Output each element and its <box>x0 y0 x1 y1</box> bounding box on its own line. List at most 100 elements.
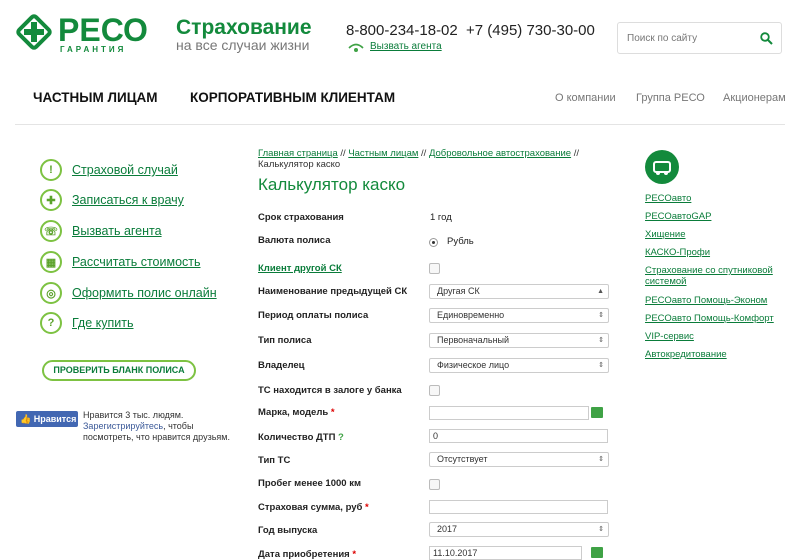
make-model-text: Марка, модель <box>258 407 329 418</box>
select-arrows-icon: ⇕ <box>598 337 604 344</box>
mileage-label: Пробег менее 1000 км <box>258 478 361 489</box>
medical-icon: ✚ <box>40 189 62 211</box>
globe-icon: ◎ <box>40 282 62 304</box>
sidebar-item-label: Вызвать агента <box>72 224 162 238</box>
currency-value: Рубль <box>447 236 474 247</box>
breadcrumb-private[interactable]: Частным лицам <box>348 148 418 159</box>
fb-count: Нравится 3 тыс. людям. <box>83 410 184 420</box>
fb-like-label: Нравится <box>33 414 77 424</box>
required-mark: * <box>365 502 369 513</box>
check-policy-button[interactable]: ПРОВЕРИТЬ БЛАНК ПОЛИСА <box>42 360 196 381</box>
search-placeholder: Поиск по сайту <box>627 33 698 44</box>
owner-select[interactable]: Физическое лицо ⇕ <box>429 358 609 373</box>
breadcrumb-home[interactable]: Главная страница <box>258 148 338 159</box>
currency-radio[interactable] <box>429 238 438 247</box>
pledged-checkbox[interactable] <box>429 385 440 396</box>
question-icon: ? <box>40 312 62 334</box>
nav-shareholders[interactable]: Акционерам <box>723 92 786 104</box>
help-icon[interactable]: ? <box>338 432 344 443</box>
select-arrows-icon: ▲ <box>597 288 604 295</box>
sidebar-item-label: Записаться к врачу <box>72 193 184 207</box>
phone-moscow[interactable]: +7 (495) 730-30-00 <box>466 22 595 39</box>
other-client-checkbox[interactable] <box>429 263 440 274</box>
payment-period-select[interactable]: Единовременно ⇕ <box>429 308 609 323</box>
sum-label: Страховая сумма, руб * <box>258 502 369 513</box>
breadcrumb-current: Калькулятор каско <box>258 159 341 170</box>
sidebar-item-label: Рассчитать стоимость <box>72 255 201 269</box>
phone-hotline[interactable]: 8-800-234-18-02 <box>346 22 458 39</box>
purchase-date-input[interactable]: 11.10.2017 <box>429 546 582 560</box>
mileage-checkbox[interactable] <box>429 479 440 490</box>
logo-subtitle: ГАРАНТИЯ <box>60 45 127 54</box>
fb-register-link[interactable]: Зарегистрируйтесь <box>83 421 163 431</box>
right-link-help-comfort[interactable]: РЕСОавто Помощь-Комфорт <box>645 313 785 324</box>
dtp-input[interactable]: 0 <box>429 429 608 443</box>
year-label: Год выпуска <box>258 525 318 536</box>
sidebar-item-label: Страховой случай <box>72 163 178 177</box>
term-label: Срок страхования <box>258 212 344 223</box>
call-agent-link[interactable]: Вызвать агента <box>370 41 442 52</box>
sum-input[interactable] <box>429 500 608 514</box>
breadcrumb-sep: // <box>337 148 349 159</box>
right-link-resoavto[interactable]: РЕСОавто <box>645 193 785 204</box>
select-arrows-icon: ⇕ <box>598 362 604 369</box>
breadcrumb-sep: // <box>418 148 429 159</box>
search-icon[interactable] <box>760 32 773 45</box>
vehicle-type-value: Отсутствует <box>437 454 488 464</box>
fb-social-text: Нравится 3 тыс. людям. Зарегистрируйтесь… <box>83 410 243 443</box>
right-link-theft[interactable]: Хищение <box>645 229 785 240</box>
vehicle-type-select[interactable]: Отсутствует ⇕ <box>429 452 609 467</box>
agent-icon <box>348 40 364 58</box>
list-picker-icon[interactable] <box>591 407 603 418</box>
owner-value: Физическое лицо <box>437 360 510 370</box>
currency-label: Валюта полиса <box>258 235 331 246</box>
logo[interactable] <box>16 14 52 50</box>
nav-group[interactable]: Группа РЕСО <box>636 92 705 104</box>
policy-type-select[interactable]: Первоначальный ⇕ <box>429 333 609 348</box>
right-link-vip[interactable]: VIP-сервис <box>645 331 785 342</box>
policy-type-value: Первоначальный <box>437 335 510 345</box>
required-mark: * <box>330 407 335 418</box>
make-model-label: Марка, модель * <box>258 407 335 418</box>
nav-corporate[interactable]: КОРПОРАТИВНЫМ КЛИЕНТАМ <box>190 90 395 105</box>
prev-insurer-select[interactable]: Другая СК ▲ <box>429 284 609 299</box>
nav-about[interactable]: О компании <box>555 92 616 104</box>
resoavto-logo-icon <box>645 150 679 184</box>
calendar-icon[interactable] <box>591 547 603 558</box>
right-link-kasko-profi[interactable]: КАСКО-Профи <box>645 247 785 258</box>
sidebar-item-label: Оформить полис онлайн <box>72 286 217 300</box>
policy-type-label: Тип полиса <box>258 335 312 346</box>
sum-text: Страховая сумма, руб <box>258 502 363 513</box>
payment-period-label: Период оплаты полиса <box>258 310 369 321</box>
payment-period-value: Единовременно <box>437 310 505 320</box>
thumbs-up-icon: 👍 <box>20 414 32 424</box>
right-link-autocredit[interactable]: Автокредитование <box>645 349 785 360</box>
phone-icon: ☏ <box>40 220 62 242</box>
right-link-help-econom[interactable]: РЕСОавто Помощь-Эконом <box>645 295 785 306</box>
owner-label: Владелец <box>258 360 305 371</box>
header-divider <box>15 124 785 125</box>
search-input[interactable]: Поиск по сайту <box>617 22 782 54</box>
right-link-resoavto-gap[interactable]: РЕСОавтоGAP <box>645 211 785 222</box>
vehicle-type-label: Тип ТС <box>258 455 291 466</box>
sidebar-item-label: Где купить <box>72 316 134 330</box>
select-arrows-icon: ⇕ <box>598 456 604 463</box>
prev-insurer-value: Другая СК <box>437 286 480 296</box>
year-select[interactable]: 2017 ⇕ <box>429 522 609 537</box>
exclamation-icon: ! <box>40 159 62 181</box>
radio-dot <box>432 241 435 244</box>
right-link-satellite[interactable]: Страхование со спутниковой системой <box>645 265 785 287</box>
breadcrumb-auto[interactable]: Добровольное автострахование <box>429 148 571 159</box>
logo-text: РЕСО <box>58 12 148 48</box>
term-value: 1 год <box>430 212 452 223</box>
year-value: 2017 <box>437 524 458 534</box>
calculator-icon: ▦ <box>40 251 62 273</box>
dtp-text: Количество ДТП <box>258 432 336 443</box>
other-client-label[interactable]: Клиент другой СК <box>258 263 342 274</box>
tagline-subtitle: на все случаи жизни <box>176 37 310 53</box>
pledged-label: ТС находится в залоге у банка <box>258 385 402 396</box>
make-model-input[interactable] <box>429 406 589 420</box>
fb-like-button[interactable]: 👍 Нравится <box>16 411 78 427</box>
select-arrows-icon: ⇕ <box>598 526 604 533</box>
nav-private[interactable]: ЧАСТНЫМ ЛИЦАМ <box>33 90 158 105</box>
